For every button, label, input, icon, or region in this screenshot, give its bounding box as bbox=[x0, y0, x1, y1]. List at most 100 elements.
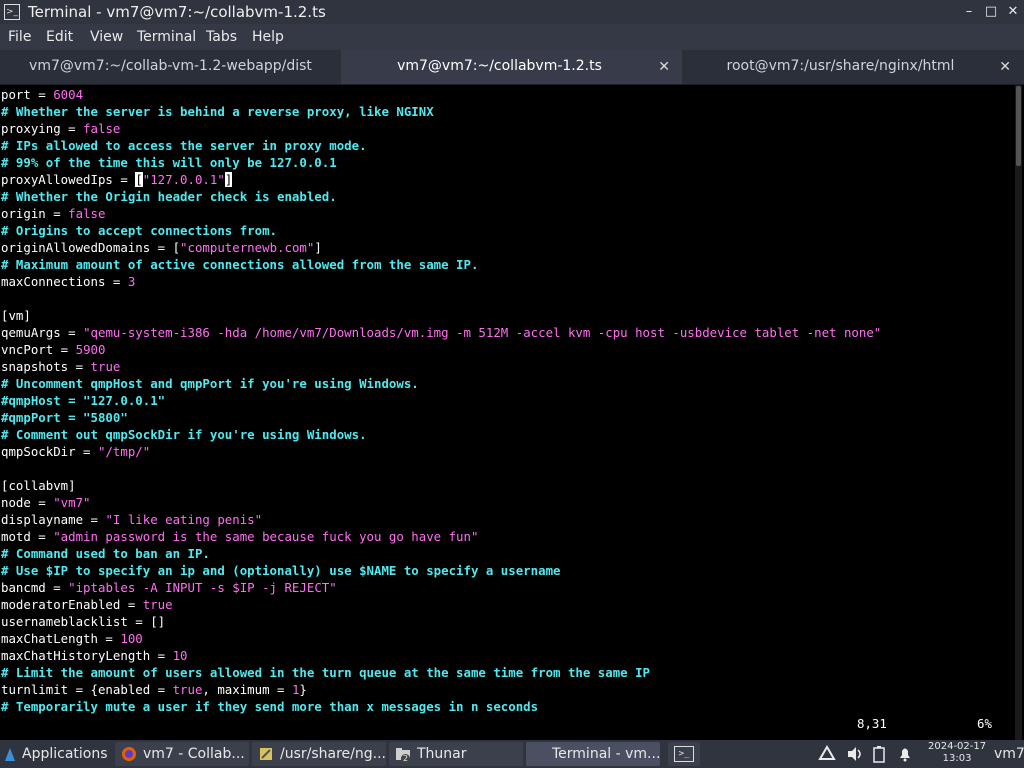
editor-line-segment: "iptables -A INPUT -s $IP -j REJECT" bbox=[68, 580, 337, 595]
taskbar-window-terminal[interactable]: Terminal - vm... bbox=[526, 742, 660, 766]
editor-line-segment: # Maximum amount of active connections a… bbox=[1, 257, 479, 272]
maximize-icon[interactable]: □ bbox=[982, 3, 1000, 21]
menu-help[interactable]: Help bbox=[252, 28, 284, 46]
editor-line-segment: , maximum = bbox=[202, 682, 292, 697]
editor-line-segment: # Uncomment qmpHost and qmpPort if you'r… bbox=[1, 376, 419, 391]
editor-line: vncPort = 5900 bbox=[1, 341, 105, 358]
editor-line: snapshots = true bbox=[1, 358, 120, 375]
editor-line-segment: vncPort = bbox=[1, 342, 76, 357]
tab-label: vm7@vm7:~/collab-vm-1.2-webapp/dist bbox=[29, 58, 312, 74]
editor-line-segment: "qemu-system-i386 -hda /home/vm7/Downloa… bbox=[83, 325, 882, 340]
tab-collab-webapp[interactable]: vm7@vm7:~/collab-vm-1.2-webapp/dist bbox=[0, 50, 341, 84]
editor-line-segment: displayname = bbox=[1, 512, 106, 527]
editor-line-segment: # 99% of the time this will only be 127.… bbox=[1, 155, 337, 170]
terminal-scrollbar[interactable] bbox=[1015, 85, 1022, 740]
tab-close-icon[interactable]: ✕ bbox=[999, 58, 1011, 76]
editor-line: moderatorEnabled = true bbox=[1, 596, 173, 613]
taskbar-window-firefox[interactable]: vm7 - Collab... bbox=[115, 742, 249, 766]
scrollbar-thumb[interactable] bbox=[1016, 86, 1021, 166]
taskbar-window-thunar[interactable]: 2 Thunar bbox=[389, 742, 523, 766]
editor-line-segment: originAllowedDomains = [ bbox=[1, 240, 181, 255]
network-icon[interactable] bbox=[818, 745, 836, 763]
editor-line-segment: "/tmp/" bbox=[97, 444, 151, 459]
user-name[interactable]: vm7 bbox=[994, 742, 1024, 766]
editor-line: # Whether the Origin header check is ena… bbox=[1, 188, 337, 205]
editor-line-segment: 6004 bbox=[53, 87, 84, 102]
tab-nginx-html[interactable]: root@vm7:/usr/share/nginx/html ✕ bbox=[682, 50, 1023, 84]
editor-line-segment: true bbox=[90, 359, 121, 374]
editor-line-segment: "127.0.0.1" bbox=[142, 172, 225, 187]
menu-edit[interactable]: Edit bbox=[46, 28, 73, 46]
editor-line-segment: "computernewb.com" bbox=[180, 240, 315, 255]
quick-terminal-button[interactable]: >_ bbox=[668, 742, 700, 766]
editor-line-segment: # IPs allowed to access the server in pr… bbox=[1, 138, 367, 153]
clock[interactable]: 2024-02-17 13:03 bbox=[928, 741, 986, 765]
applications-label: Applications bbox=[22, 746, 108, 762]
editor-line: # Uncomment qmpHost and qmpPort if you'r… bbox=[1, 375, 419, 392]
battery-icon[interactable] bbox=[872, 745, 886, 763]
close-icon[interactable]: ✕ bbox=[1004, 3, 1022, 21]
editor-line: bancmd = "iptables -A INPUT -s $IP -j RE… bbox=[1, 579, 337, 596]
menu-bar: File Edit View Terminal Tabs Help bbox=[0, 24, 1024, 50]
volume-icon[interactable] bbox=[846, 745, 864, 763]
editor-line: motd = "admin password is the same becau… bbox=[1, 528, 478, 545]
editor-line-segment: 3 bbox=[127, 274, 136, 289]
notification-bell-icon[interactable] bbox=[897, 745, 913, 763]
editor-line: # IPs allowed to access the server in pr… bbox=[1, 137, 367, 154]
editor-line-segment: true bbox=[142, 597, 173, 612]
editor-line: # 99% of the time this will only be 127.… bbox=[1, 154, 337, 171]
menu-tabs[interactable]: Tabs bbox=[206, 28, 237, 46]
editor-line-segment: motd = bbox=[1, 529, 54, 544]
editor-line: proxyAllowedIps = ["127.0.0.1"] bbox=[1, 171, 233, 188]
terminal-app-icon: >_ bbox=[4, 4, 20, 20]
taskbar-window-label: vm7 - Collab... bbox=[143, 746, 245, 762]
editor-line: # Whether the server is behind a reverse… bbox=[1, 103, 434, 120]
editor-line-segment: "vm7" bbox=[53, 495, 91, 510]
editor-line-segment: snapshots = bbox=[1, 359, 91, 374]
taskbar-window-label: Terminal - vm... bbox=[552, 746, 661, 762]
editor-line: port = 6004 bbox=[1, 86, 83, 103]
editor-line: # Maximum amount of active connections a… bbox=[1, 256, 478, 273]
editor-line: # Limit the amount of users allowed in t… bbox=[1, 664, 650, 681]
editor-line-segment: "I like eating penis" bbox=[105, 512, 263, 527]
editor-line-segment: port = bbox=[1, 87, 54, 102]
editor-line-segment: proxyAllowedIps = bbox=[1, 172, 136, 187]
terminal-icon: >_ bbox=[674, 746, 694, 762]
menu-view[interactable]: View bbox=[90, 28, 123, 46]
editor-line-segment: [vm] bbox=[1, 308, 31, 323]
editor-line-segment: maxChatLength = bbox=[1, 631, 121, 646]
editor-line-segment: true bbox=[172, 682, 203, 697]
editor-line: [collabvm] bbox=[1, 477, 76, 494]
minimize-icon[interactable]: – bbox=[960, 3, 978, 21]
applications-menu-button[interactable]: Applications bbox=[2, 742, 112, 766]
editor-line-segment: false bbox=[68, 206, 106, 221]
editor-line-segment: qemuArgs = bbox=[1, 325, 84, 340]
editor-line-segment: proxying = bbox=[1, 121, 84, 136]
window-titlebar[interactable]: >_ Terminal - vm7@vm7:~/collabvm-1.2.ts … bbox=[0, 0, 1024, 24]
editor-line-segment: ] bbox=[314, 240, 322, 255]
taskbar-window-label: /usr/share/ng... bbox=[280, 746, 386, 762]
editor-line-segment: } bbox=[299, 682, 307, 697]
editor-line: # Origins to accept connections from. bbox=[1, 222, 277, 239]
menu-file[interactable]: File bbox=[8, 28, 31, 46]
editor-line-segment: #qmpHost = "127.0.0.1" bbox=[1, 393, 166, 408]
taskbar-window-editor[interactable]: /usr/share/ng... bbox=[252, 742, 386, 766]
terminal-text-area[interactable]: port = 6004 # Whether the server is behin… bbox=[0, 85, 1022, 740]
editor-line-segment: # Temporarily mute a user if they send m… bbox=[1, 699, 539, 714]
editor-line: origin = false bbox=[1, 205, 105, 222]
editor-line-segment: # Whether the server is behind a reverse… bbox=[1, 104, 434, 119]
editor-line: maxChatHistoryLength = 10 bbox=[1, 647, 188, 664]
editor-line-segment: # Use $IP to specify an ip and (optional… bbox=[1, 563, 561, 578]
editor-line: #qmpPort = "5800" bbox=[1, 409, 128, 426]
editor-line: usernameblacklist = [] bbox=[1, 613, 165, 630]
text-cursor: ] bbox=[224, 172, 233, 187]
editor-line-segment: 5900 bbox=[75, 342, 106, 357]
editor-line-segment: 10 bbox=[172, 648, 188, 663]
editor-line: # Temporarily mute a user if they send m… bbox=[1, 698, 538, 715]
tab-close-icon[interactable]: ✕ bbox=[658, 58, 670, 76]
taskbar-window-label: Thunar bbox=[417, 746, 467, 762]
editor-line-segment: # Limit the amount of users allowed in t… bbox=[1, 665, 651, 680]
tab-collabvm-ts[interactable]: vm7@vm7:~/collabvm-1.2.ts ✕ bbox=[341, 50, 682, 84]
tab-label: vm7@vm7:~/collabvm-1.2.ts bbox=[397, 58, 602, 74]
menu-terminal[interactable]: Terminal bbox=[137, 28, 196, 46]
